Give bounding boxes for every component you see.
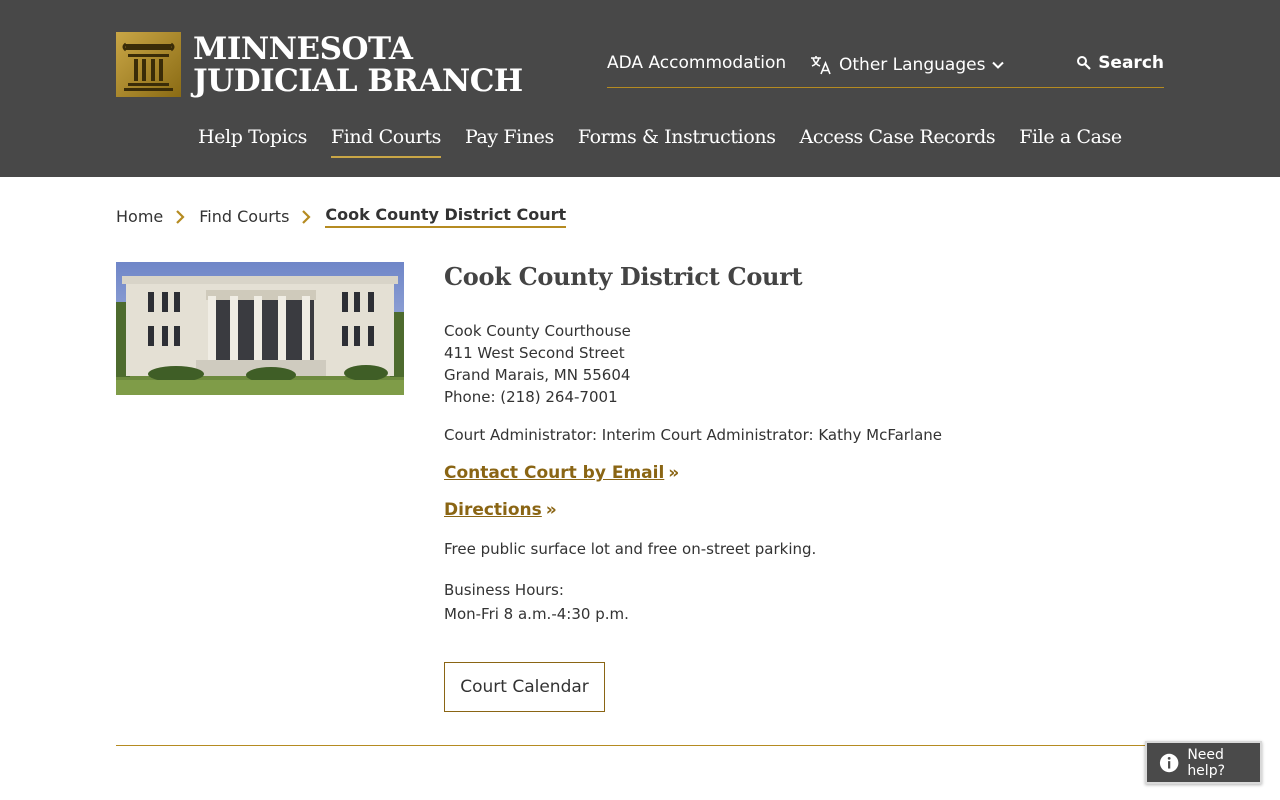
courthouse-photo bbox=[116, 262, 404, 395]
phone-line: Phone: (218) 264-7001 bbox=[444, 388, 618, 406]
breadcrumb-home[interactable]: Home bbox=[116, 207, 163, 226]
nav-access-case-records[interactable]: Access Case Records bbox=[800, 126, 996, 158]
directions-link[interactable]: Directions bbox=[444, 500, 542, 520]
nav-pay-fines[interactable]: Pay Fines bbox=[465, 126, 554, 158]
other-languages-dropdown[interactable]: Other Languages bbox=[809, 53, 1005, 77]
contact-court-email-link[interactable]: Contact Court by Email bbox=[444, 463, 664, 483]
address-line: Grand Marais, MN 55604 bbox=[444, 366, 631, 384]
court-calendar-button[interactable]: Court Calendar bbox=[444, 662, 605, 712]
breadcrumb-find-courts[interactable]: Find Courts bbox=[199, 207, 289, 226]
hours-value: Mon-Fri 8 a.m.-4:30 p.m. bbox=[444, 605, 629, 623]
court-administrator: Court Administrator: Interim Court Admin… bbox=[444, 426, 943, 444]
translate-icon bbox=[811, 56, 831, 75]
main-navigation: Help Topics Find Courts Pay Fines Forms … bbox=[198, 126, 1146, 158]
need-help-label: Need help? bbox=[1187, 746, 1226, 779]
breadcrumb: Home Find Courts Cook County District Co… bbox=[116, 205, 567, 228]
content-divider bbox=[116, 745, 1146, 746]
ada-accommodation-link[interactable]: ADA Accommodation bbox=[607, 53, 786, 73]
court-address: Cook County Courthouse 411 West Second S… bbox=[444, 320, 1144, 408]
chevron-right-icon bbox=[176, 209, 185, 224]
search-icon bbox=[1077, 56, 1091, 70]
search-label: Search bbox=[1098, 53, 1164, 73]
need-help-widget[interactable]: Need help? bbox=[1145, 741, 1262, 784]
nav-forms-instructions[interactable]: Forms & Instructions bbox=[578, 126, 776, 158]
info-icon bbox=[1159, 753, 1179, 772]
court-details: Cook County District Court Cook County C… bbox=[444, 262, 1144, 712]
business-hours: Business Hours: Mon-Fri 8 a.m.-4:30 p.m. bbox=[444, 578, 1144, 626]
logo-line-1: MINNESOTA bbox=[193, 30, 413, 67]
breadcrumb-current: Cook County District Court bbox=[325, 205, 567, 228]
nav-find-courts[interactable]: Find Courts bbox=[330, 126, 441, 158]
site-header: MINNESOTA JUDICIAL BRANCH ADA Accommodat… bbox=[0, 0, 1280, 177]
hours-label: Business Hours: bbox=[444, 581, 564, 599]
contact-email-row: Contact Court by Email» bbox=[444, 463, 1144, 483]
directions-row: Directions» bbox=[444, 500, 1144, 520]
address-line: Cook County Courthouse bbox=[444, 322, 631, 340]
logo-wordmark: MINNESOTA JUDICIAL BRANCH bbox=[193, 33, 523, 97]
nav-help-topics[interactable]: Help Topics bbox=[198, 126, 307, 158]
chevron-right-icon bbox=[302, 209, 311, 224]
link-arrow: » bbox=[545, 500, 557, 520]
chevron-down-icon bbox=[992, 61, 1005, 69]
site-logo[interactable]: MINNESOTA JUDICIAL BRANCH bbox=[116, 32, 523, 97]
nav-file-a-case[interactable]: File a Case bbox=[1019, 126, 1122, 158]
link-arrow: » bbox=[668, 463, 680, 483]
courthouse-column-logo-icon bbox=[116, 32, 181, 97]
search-button[interactable]: Search bbox=[1076, 53, 1164, 73]
utility-bar: ADA Accommodation Other Languages Search bbox=[607, 50, 1164, 88]
other-languages-label: Other Languages bbox=[839, 55, 986, 75]
page-title: Cook County District Court bbox=[444, 262, 803, 291]
address-line: 411 West Second Street bbox=[444, 344, 625, 362]
parking-info: Free public surface lot and free on-stre… bbox=[444, 540, 817, 558]
logo-line-2: JUDICIAL BRANCH bbox=[193, 62, 523, 99]
